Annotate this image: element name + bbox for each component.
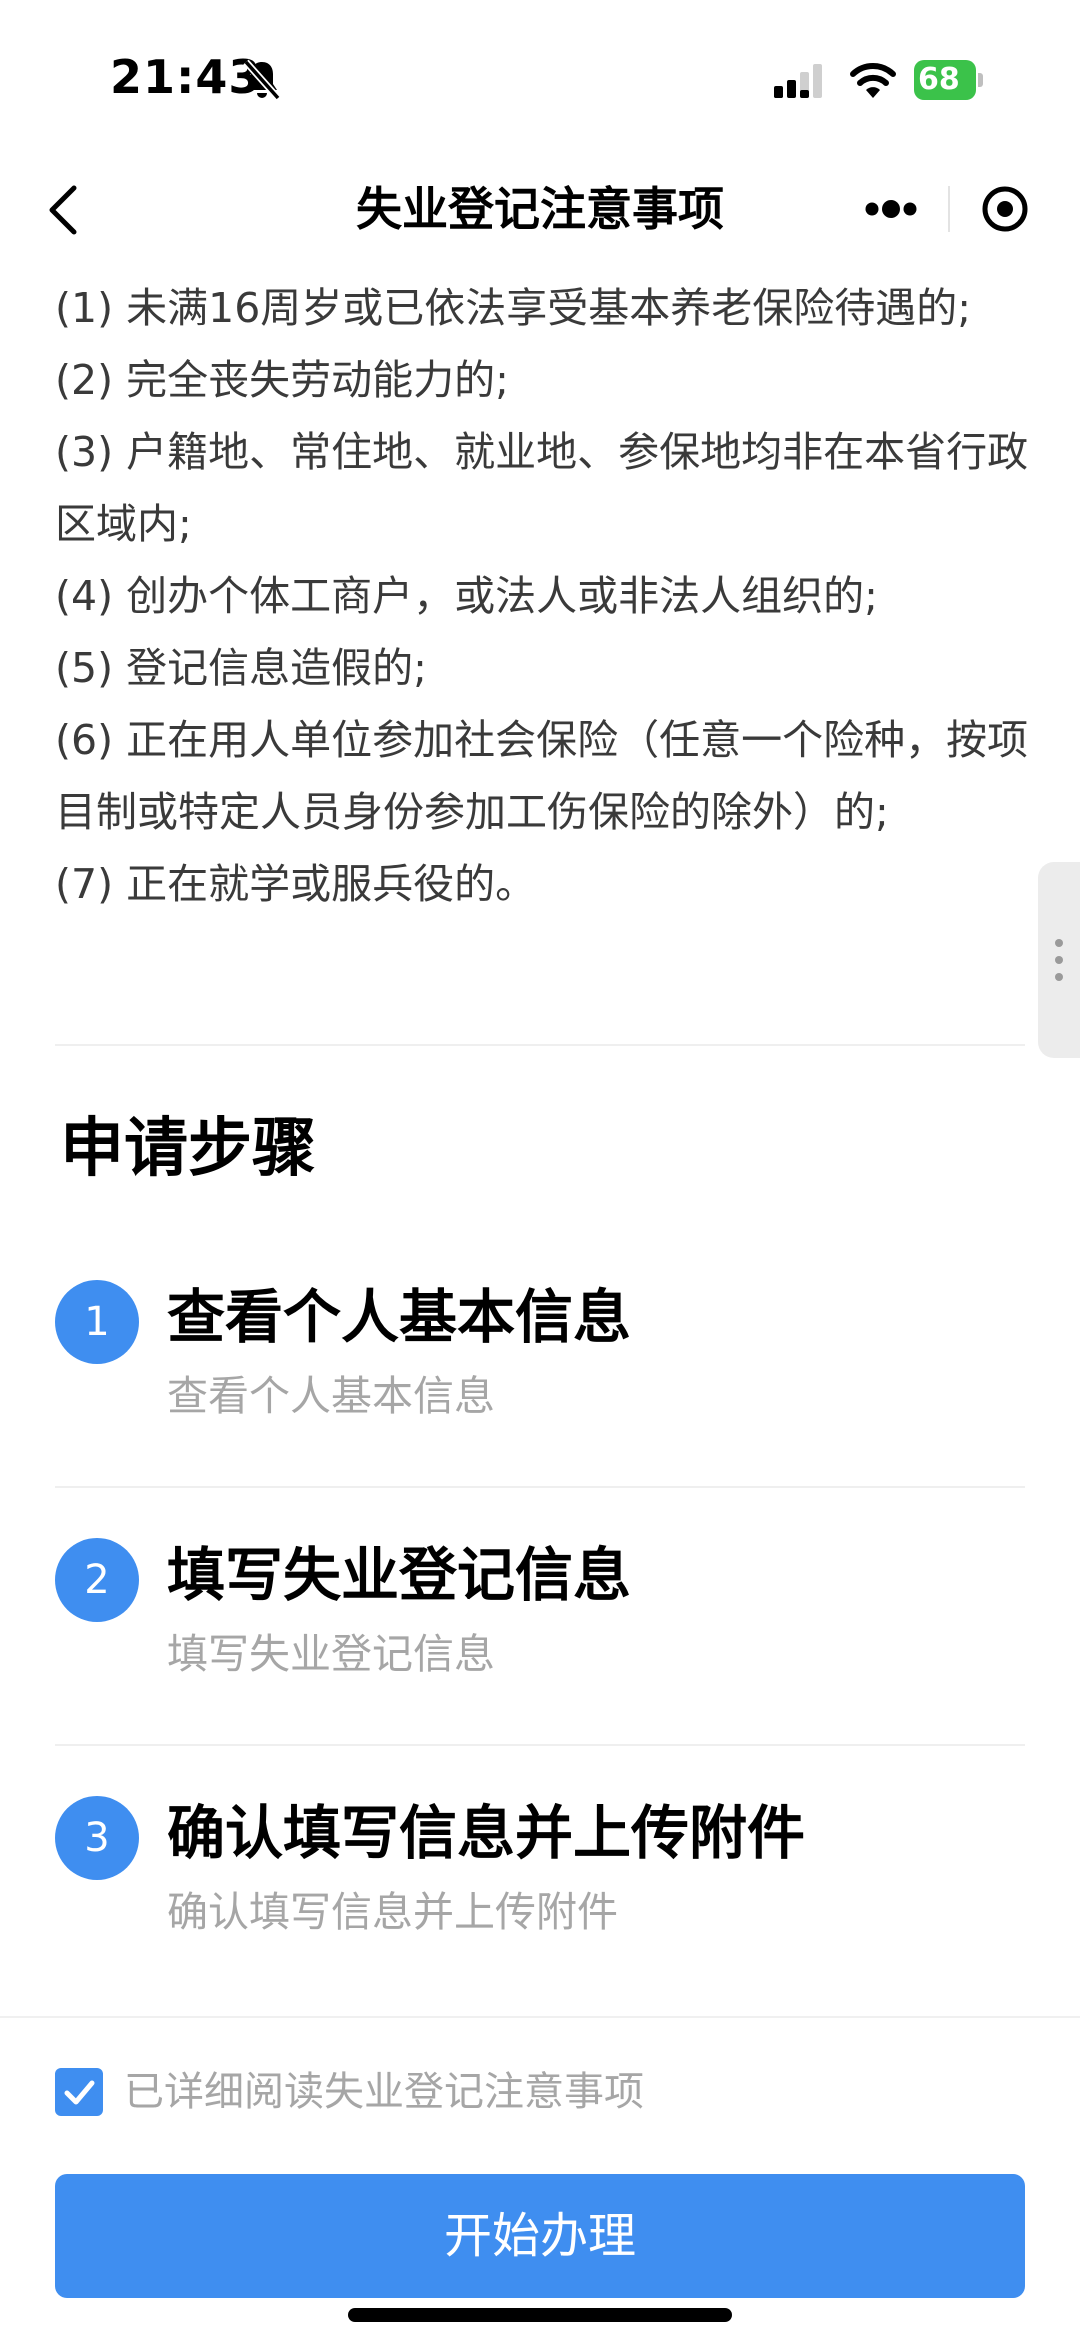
battery-indicator: 68	[914, 60, 986, 100]
condition-item: (3) 户籍地、常住地、就业地、参保地均非在本省行政区域内;	[55, 428, 1029, 548]
step-item-3: 3 确认填写信息并上传附件 确认填写信息并上传附件	[55, 1796, 1025, 1996]
step-subtitle: 填写失业登记信息	[167, 1630, 495, 1678]
step-number: 2	[55, 1538, 139, 1622]
condition-item: (7) 正在就学或服兵役的。	[55, 860, 537, 908]
battery-body: 68	[914, 60, 976, 100]
agree-label[interactable]: 已详细阅读失业登记注意事项	[124, 2060, 644, 2124]
step-title: 查看个人基本信息	[167, 1283, 632, 1351]
start-button[interactable]: 开始办理	[55, 2174, 1025, 2298]
condition-item: (4) 创办个体工商户，或法人或非法人组织的;	[55, 572, 878, 620]
battery-cap	[978, 73, 983, 87]
step-title: 确认填写信息并上传附件	[167, 1799, 806, 1867]
cellular-signal-icon	[774, 64, 822, 98]
step-subtitle: 确认填写信息并上传附件	[167, 1888, 618, 1936]
step-item-2: 2 填写失业登记信息 填写失业登记信息	[55, 1538, 1025, 1738]
vertical-dots-icon	[1055, 939, 1063, 981]
wifi-icon	[850, 63, 896, 98]
condition-list: (1) 未满16周岁或已依法享受基本养老保险待遇的; (2) 完全丧失劳动能力的…	[55, 272, 1035, 920]
step-divider	[55, 1486, 1025, 1488]
step-number: 3	[55, 1796, 139, 1880]
agree-checkbox[interactable]	[55, 2068, 103, 2116]
side-drawer-handle[interactable]	[1038, 862, 1080, 1058]
mini-program-capsule	[836, 166, 1060, 252]
steps-section-title: 申请步骤	[60, 1112, 316, 1186]
status-bar: 21:43 68	[0, 0, 1080, 150]
step-item-1: 1 查看个人基本信息 查看个人基本信息	[55, 1280, 1025, 1480]
section-divider	[55, 1044, 1025, 1046]
step-subtitle: 查看个人基本信息	[167, 1372, 495, 1420]
condition-item: (5) 登记信息造假的;	[55, 644, 427, 692]
bell-slash-icon	[243, 59, 281, 101]
status-time: 21:43	[110, 50, 262, 104]
condition-item: (2) 完全丧失劳动能力的;	[55, 356, 509, 404]
home-indicator	[348, 2308, 732, 2322]
more-dots-icon[interactable]	[836, 166, 946, 252]
step-title: 填写失业登记信息	[167, 1541, 632, 1609]
battery-level: 68	[918, 62, 960, 97]
condition-item: (1) 未满16周岁或已依法享受基本养老保险待遇的;	[55, 284, 972, 332]
bottom-divider	[0, 2016, 1080, 2018]
condition-item: (6) 正在用人单位参加社会保险（任意一个险种，按项目制或特定人员身份参加工伤保…	[55, 716, 1029, 836]
step-number: 1	[55, 1280, 139, 1364]
chevron-left-icon[interactable]	[44, 182, 84, 238]
target-circle-icon[interactable]	[950, 166, 1060, 252]
checkmark-icon	[64, 2080, 95, 2105]
step-divider	[55, 1744, 1025, 1746]
